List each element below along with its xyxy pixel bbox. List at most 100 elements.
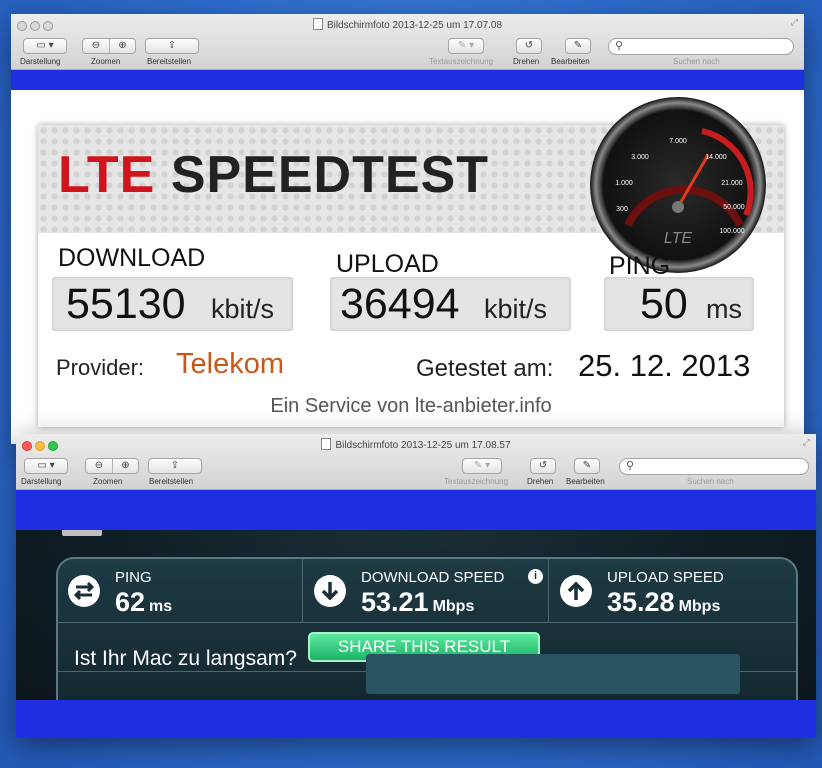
toolbar: Bildschirmfoto 2013-12-25 um 17.08.57 ⤢ … — [16, 434, 816, 490]
speedometer-gauge: 7.000 3.000 14.000 1.000 21.000 300 50.0… — [590, 97, 766, 273]
darstellung-label: Darstellung — [21, 477, 62, 486]
upload-cell: UPLOAD SPEED 35.28 Mbps — [550, 559, 794, 622]
zoom-in-icon[interactable]: ⊕ — [109, 39, 135, 53]
search-input[interactable]: ⚲ — [619, 458, 809, 475]
markup-button[interactable]: ✎ ▾ — [462, 458, 502, 474]
zoom-out-icon[interactable]: ⊖ — [86, 459, 112, 473]
ping-unit: ms — [149, 598, 173, 615]
ping-label: PING — [115, 569, 152, 586]
drehen-label: Drehen — [513, 57, 540, 66]
search-input[interactable]: ⚲ — [608, 38, 794, 55]
share-button[interactable]: ⇪ — [148, 458, 202, 474]
ping-unit: ms — [706, 294, 742, 324]
download-label: DOWNLOAD SPEED — [361, 569, 505, 586]
darstellung-label: Darstellung — [20, 57, 61, 66]
service-text: Ein Service von lte-anbieter.info — [270, 395, 552, 417]
rotate-button[interactable]: ↺ — [516, 38, 542, 54]
ad-button[interactable] — [366, 654, 740, 694]
view-button[interactable]: ▭ ▾ — [24, 458, 68, 474]
upload-unit: Mbps — [678, 598, 721, 615]
zoomen-label: Zoomen — [93, 477, 123, 486]
zoomen-label: Zoomen — [91, 57, 121, 66]
zoom-control[interactable]: ⊖ ⊕ — [82, 38, 136, 54]
suchen-label: Suchen nach — [673, 57, 720, 66]
gauge-label-50000: 50.000 — [723, 204, 745, 211]
gauge-label-14000: 14.000 — [705, 154, 727, 161]
row-divider — [58, 622, 796, 623]
markup-button[interactable]: ✎ ▾ — [448, 38, 484, 54]
textauszeichnung-label: Textauszeichnung — [444, 477, 509, 486]
share-button[interactable]: ⇪ — [145, 38, 199, 54]
date-label: Getestet am: — [416, 355, 554, 382]
download-reading: 53.21 Mbps — [361, 587, 474, 618]
gauge-hub — [672, 201, 684, 213]
window-title: Bildschirmfoto 2013-12-25 um 17.07.08 — [11, 18, 804, 31]
gauge-label-100000: 100.000 — [719, 228, 744, 235]
ping-value: 62 — [115, 587, 146, 617]
zoom-in-icon[interactable]: ⊕ — [112, 459, 138, 473]
gauge-label-300: 300 — [616, 206, 628, 213]
download-icon — [314, 575, 346, 607]
rotate-button[interactable]: ↺ — [530, 458, 556, 474]
ping-box: 50 ms — [604, 277, 754, 331]
edit-button[interactable]: ✎ — [565, 38, 591, 54]
view-button[interactable]: ▭ ▾ — [23, 38, 67, 54]
download-cell: DOWNLOAD SPEED i 53.21 Mbps — [304, 559, 548, 622]
blue-band-bottom — [16, 700, 816, 738]
upload-icon — [560, 575, 592, 607]
suchen-label: Suchen nach — [687, 477, 734, 486]
title-red: LTE — [58, 146, 156, 204]
top-graphic — [62, 530, 102, 536]
gauge-needle — [676, 154, 710, 208]
gauge-brand: LTE — [664, 230, 692, 247]
download-box: 55130 kbit/s — [52, 277, 293, 331]
blue-band — [11, 70, 804, 90]
document-icon — [321, 438, 332, 450]
bearbeiten-label: Bearbeiten — [551, 57, 590, 66]
gauge-label-7000: 7.000 — [669, 138, 687, 145]
toolbar: Bildschirmfoto 2013-12-25 um 17.07.08 ⤢ … — [11, 14, 804, 70]
textauszeichnung-label: Textauszeichnung — [429, 57, 494, 66]
download-unit: Mbps — [432, 598, 475, 615]
ping-icon — [68, 575, 100, 607]
lte-title: LTE SPEEDTEST — [58, 145, 489, 205]
divider — [302, 559, 303, 622]
provider-label: Provider: — [56, 355, 145, 380]
ping-reading: 62 ms — [115, 587, 172, 618]
speedtest-result: PING 62 ms DOWNLOAD SPEED i 53.21 Mbps UPL… — [16, 530, 816, 700]
upload-label: UPLOAD SPEED — [607, 569, 724, 586]
bearbeiten-label: Bearbeiten — [566, 477, 605, 486]
upload-value: 36494 — [340, 280, 460, 328]
download-value: 53.21 — [361, 587, 429, 617]
search-icon: ⚲ — [626, 460, 635, 472]
fullscreen-icon[interactable]: ⤢ — [791, 17, 798, 28]
upload-value: 35.28 — [607, 587, 675, 617]
upload-reading: 35.28 Mbps — [607, 587, 720, 618]
info-icon[interactable]: i — [528, 569, 543, 584]
document-icon — [312, 18, 323, 30]
title-text: Bildschirmfoto 2013-12-25 um 17.08.57 — [335, 440, 511, 451]
edit-button[interactable]: ✎ — [574, 458, 600, 474]
divider — [548, 559, 549, 622]
upload-unit: kbit/s — [484, 294, 548, 324]
ping-value: 50 — [640, 280, 688, 328]
gauge-label-21000: 21.000 — [721, 180, 743, 187]
title-dark: SPEEDTEST — [170, 146, 489, 204]
provider-value: Telekom — [176, 348, 284, 380]
fullscreen-icon[interactable]: ⤢ — [803, 437, 810, 448]
gauge-label-3000: 3.000 — [631, 154, 649, 161]
date-value: 25. 12. 2013 — [578, 348, 751, 383]
mac-question: Ist Ihr Mac zu langsam? — [74, 647, 297, 670]
ping-cell: PING 62 ms — [58, 559, 302, 622]
desktop: { "window1": { "title": "Bildschirmfoto … — [0, 0, 822, 768]
gauge-label-1000: 1.000 — [615, 180, 633, 187]
bereitstellen-label: Bereitstellen — [147, 57, 192, 66]
title-text: Bildschirmfoto 2013-12-25 um 17.07.08 — [326, 20, 503, 31]
window-title: Bildschirmfoto 2013-12-25 um 17.08.57 — [16, 438, 816, 451]
upload-label: UPLOAD — [336, 250, 439, 278]
drehen-label: Drehen — [527, 477, 554, 486]
lte-speedtest-card: LTE SPEEDTEST 7.000 3.000 14.000 1.000 2… — [38, 97, 784, 427]
zoom-out-icon[interactable]: ⊖ — [83, 39, 109, 53]
zoom-control[interactable]: ⊖ ⊕ — [85, 458, 139, 474]
download-unit: kbit/s — [211, 294, 275, 324]
